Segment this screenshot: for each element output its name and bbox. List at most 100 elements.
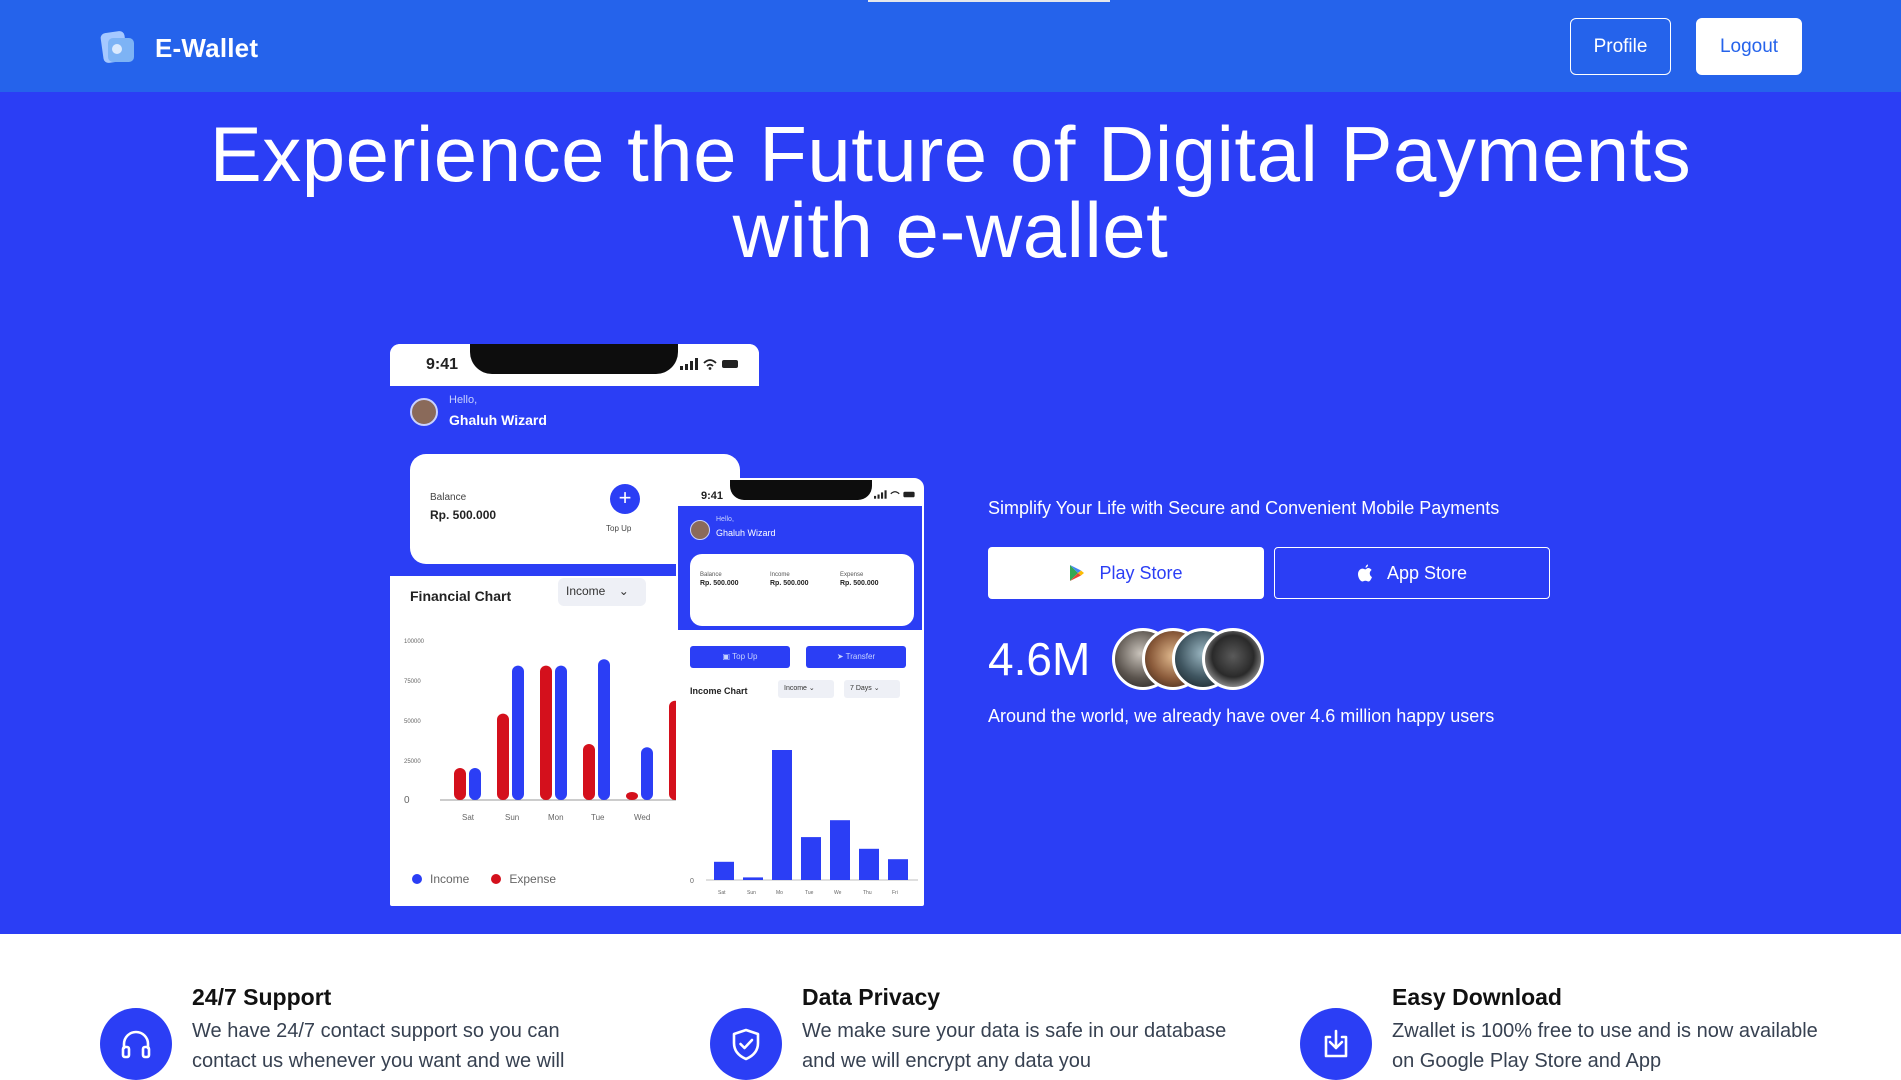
top-up-plus-button[interactable]: + (610, 484, 640, 514)
y-tick-label: 100000 (404, 639, 425, 645)
income-bar (512, 665, 524, 800)
brand[interactable]: E-Wallet (98, 28, 258, 68)
income-bar (555, 665, 567, 800)
x-tick-label: Tue (591, 813, 605, 822)
top-up-button[interactable]: ▣ Top Up (690, 646, 790, 668)
signal-icon (680, 358, 738, 370)
chart-type-select[interactable]: Income ⌄ (778, 680, 834, 698)
expense-value: Rp. 500.000 (840, 580, 879, 587)
income-value: Rp. 500.000 (770, 580, 809, 587)
top-up-label: Top Up (732, 652, 758, 661)
transfer-button[interactable]: ➤ Transfer (806, 646, 906, 668)
play-store-label: Play Store (1099, 562, 1183, 583)
shield-check-icon (710, 1008, 782, 1080)
users-caption: Around the world, we already have over 4… (988, 706, 1495, 726)
chevron-down-icon: ⌄ (618, 584, 629, 598)
send-icon: ➤ (836, 652, 846, 661)
income-stat: Income Rp. 500.000 (770, 572, 809, 587)
brand-name: E-Wallet (155, 32, 259, 63)
balance-label: Balance (700, 572, 722, 578)
expense-stat: Expense Rp. 500.000 (840, 572, 879, 587)
play-store-icon (1069, 564, 1085, 582)
greeting-label: Hello, (449, 394, 478, 406)
app-store-label: App Store (1386, 562, 1468, 583)
balance-stat: Balance Rp. 500.000 (700, 572, 739, 587)
app-store-button[interactable]: App Store (1274, 547, 1550, 599)
income-bar (888, 859, 908, 880)
features-section: 24/7 Support We have 24/7 contact suppor… (0, 934, 1901, 1080)
hero-title-line-2: with e-wallet (732, 186, 1169, 274)
status-time: 9:41 (701, 490, 724, 502)
income-bar (714, 861, 734, 880)
income-bar-chart: 0 Sat Sun Mo Tue We Thu Fri (690, 750, 918, 896)
expense-label: Expense (840, 572, 864, 578)
status-bar: 9:41 (390, 344, 759, 386)
transfer-label: Transfer (845, 652, 876, 661)
legend-income-dot (412, 874, 422, 884)
user-name: Ghaluh Wizard (449, 412, 547, 428)
y-tick-label: 0 (690, 878, 694, 885)
chart-type-select[interactable]: Income ⌄ (558, 578, 646, 606)
avatar (410, 398, 438, 426)
profile-button[interactable]: Profile (1570, 18, 1671, 75)
chart-range-value: 7 Days (850, 685, 872, 692)
avatar (690, 520, 710, 540)
feature-text: Zwallet is 100% free to use and is now a… (1392, 1020, 1818, 1072)
y-tick-label: 50000 (404, 719, 421, 725)
top-up-label: Top Up (606, 524, 632, 533)
y-tick-label: 0 (404, 795, 410, 806)
x-tick-label: We (834, 890, 842, 896)
expense-bar (497, 713, 509, 800)
phone-mockup-small: 9:41 Hello, Ghaluh Wizard Balance Rp. 50… (676, 478, 924, 906)
chart-type-value: Income (784, 685, 807, 692)
x-tick-label: Sat (462, 813, 475, 822)
expense-bar (540, 665, 552, 800)
nav-active-indicator (868, 0, 1110, 2)
income-bar (743, 877, 763, 880)
app-header: Hello, Ghaluh Wizard Balance Rp. 500.000… (678, 506, 922, 630)
x-tick-label: Wed (634, 813, 650, 822)
logout-button[interactable]: Logout (1696, 18, 1802, 75)
income-bar (830, 820, 850, 880)
phone-notch (730, 480, 872, 500)
phone-notch (470, 344, 678, 374)
legend-income: Income (412, 872, 469, 886)
feature-title: Easy Download (1392, 984, 1562, 1010)
status-time: 9:41 (426, 356, 459, 373)
legend-expense: Expense (491, 872, 556, 886)
greeting-label: Hello, (716, 516, 734, 523)
income-bar (772, 750, 792, 880)
chart-title: Income Chart (690, 686, 748, 696)
avatar (1202, 628, 1264, 690)
wallet-logo-icon (98, 30, 138, 66)
legend-income-label: Income (430, 872, 470, 886)
chevron-down-icon: ⌄ (873, 685, 880, 692)
summary-card: Balance Rp. 500.000 Income Rp. 500.000 E… (690, 554, 914, 626)
income-bar (801, 837, 821, 880)
chevron-down-icon: ⌄ (808, 685, 815, 692)
x-tick-label: Thu (863, 890, 872, 896)
income-bar (641, 747, 653, 800)
download-icon (1300, 1008, 1372, 1080)
users-count: 4.6M (988, 633, 1091, 685)
income-bar (598, 659, 610, 800)
balance-value: Rp. 500.000 (700, 580, 739, 587)
headphones-icon (100, 1008, 172, 1080)
expense-bar (626, 792, 638, 800)
feature-title: 24/7 Support (192, 984, 332, 1010)
hero-subtitle: Simplify Your Life with Secure and Conve… (988, 498, 1500, 518)
feature-text: We make sure your data is safe in our da… (802, 1020, 1227, 1072)
x-tick-label: Tue (805, 890, 814, 896)
legend-expense-dot (491, 874, 502, 884)
chart-range-select[interactable]: 7 Days ⌄ (844, 680, 900, 698)
x-tick-label: Mo (776, 890, 783, 896)
y-tick-label: 75000 (404, 679, 421, 685)
balance-label: Balance (430, 492, 467, 503)
play-store-button[interactable]: Play Store (988, 547, 1264, 599)
chart-type-value: Income (566, 584, 606, 598)
feature-title: Data Privacy (802, 984, 941, 1010)
wallet-icon: ▣ (722, 652, 733, 661)
balance-value: Rp. 500.000 (430, 508, 497, 522)
x-tick-label: Mon (548, 813, 564, 822)
expense-bar (454, 768, 466, 800)
